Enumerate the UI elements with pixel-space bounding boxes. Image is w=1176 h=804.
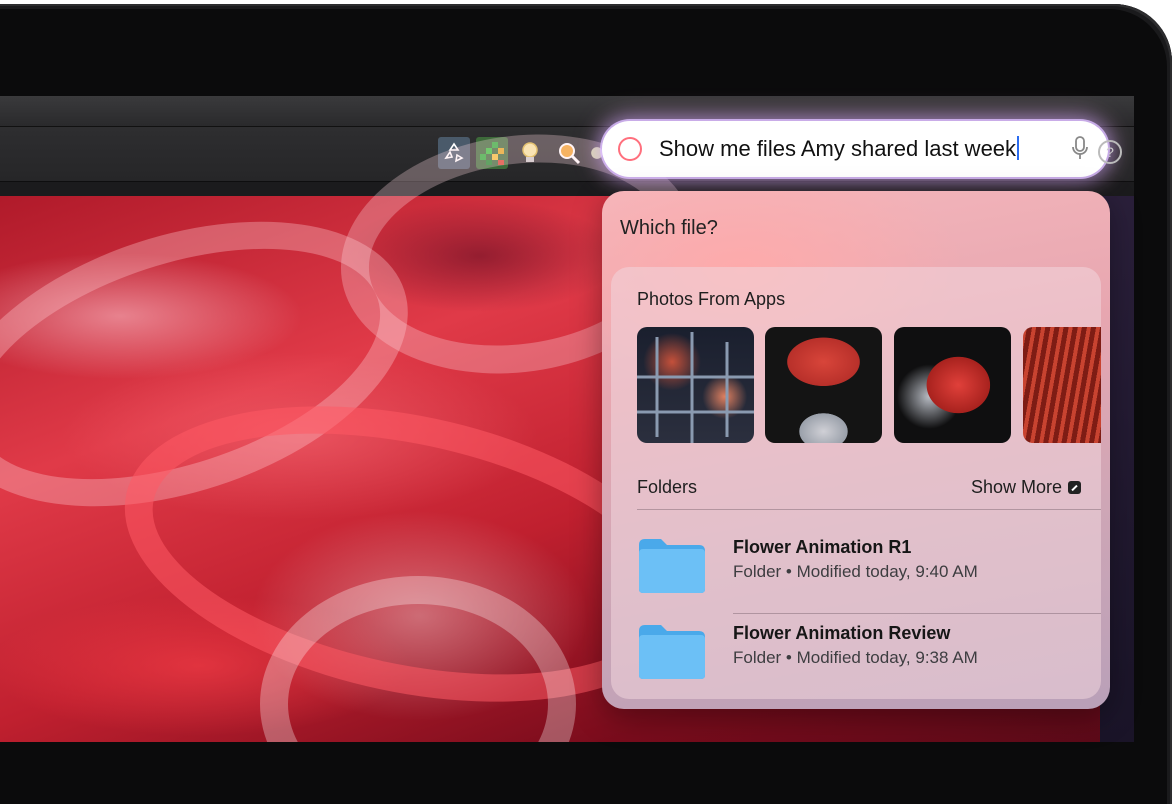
siri-icon: [618, 137, 642, 161]
panel-prompt: Which file?: [620, 217, 718, 239]
photos-section-title: Photos From Apps: [637, 289, 786, 309]
text-caret: [1017, 136, 1020, 160]
results-card: Photos From Apps Folders Show More Flowe…: [611, 267, 1101, 699]
search-input[interactable]: Show me files Amy shared last week: [659, 136, 1020, 162]
photo-thumbnail[interactable]: [765, 327, 882, 443]
microphone-icon[interactable]: [1070, 135, 1090, 168]
photo-thumbnail[interactable]: [1023, 327, 1101, 443]
folder-row[interactable]: Flower Animation Review Folder • Modifie…: [637, 621, 1097, 693]
folder-name: Flower Animation Review: [733, 623, 951, 643]
photo-thumbnail[interactable]: [894, 327, 1011, 443]
divider: [733, 613, 1101, 614]
folder-row[interactable]: Flower Animation R1 Folder • Modified to…: [637, 535, 1097, 607]
results-panel: Which file? Photos From Apps Folders Sho…: [602, 191, 1110, 709]
help-icon[interactable]: ?: [1098, 140, 1122, 164]
search-bar[interactable]: Show me files Amy shared last week: [602, 121, 1108, 177]
folder-icon: [639, 539, 705, 593]
folder-icon: [639, 625, 705, 679]
folder-meta: Folder • Modified today, 9:40 AM: [733, 562, 978, 581]
show-more-label: Show More: [970, 477, 1062, 497]
folder-name: Flower Animation R1: [733, 537, 912, 557]
show-more-button[interactable]: Show More: [971, 477, 1081, 498]
divider: [637, 509, 1101, 510]
folder-meta: Folder • Modified today, 9:38 AM: [733, 648, 978, 667]
folders-section-title: Folders: [637, 477, 698, 497]
open-external-icon: [1068, 481, 1081, 494]
photo-thumbnail[interactable]: [637, 327, 754, 443]
photo-thumbnails: [637, 327, 1101, 445]
search-query-text: Show me files Amy shared last week: [659, 136, 1017, 161]
